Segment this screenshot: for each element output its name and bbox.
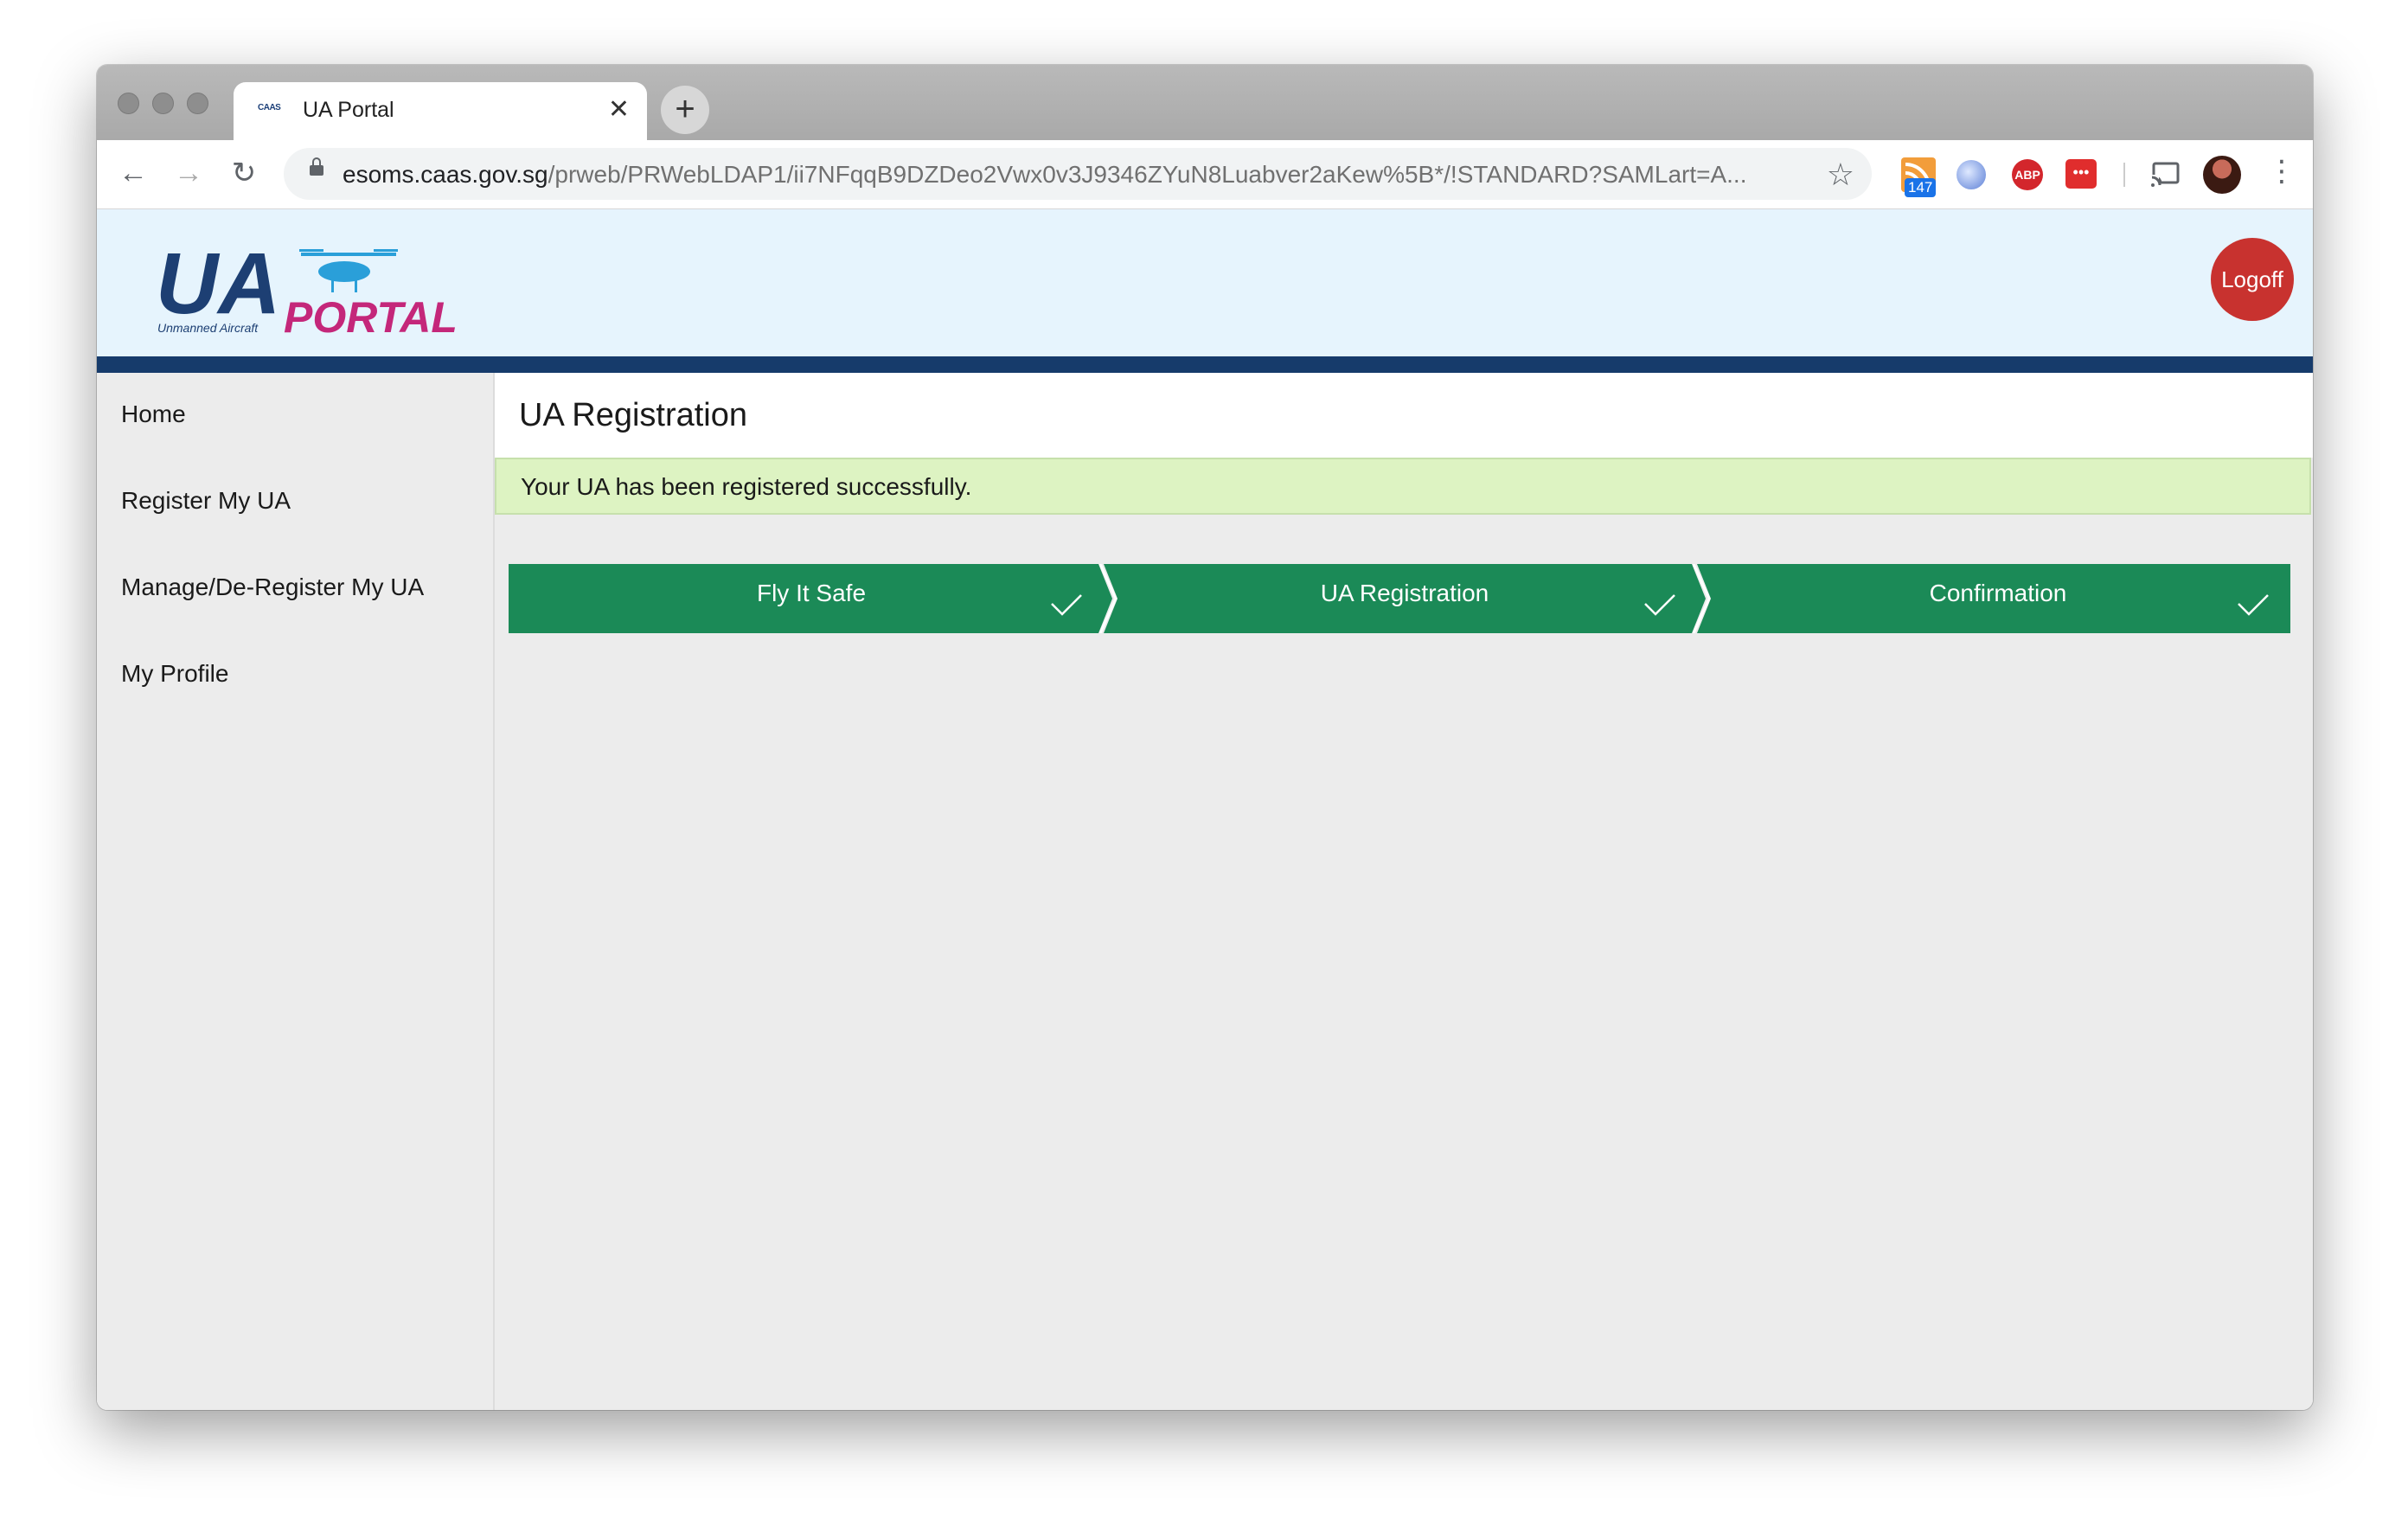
forward-icon[interactable]: → <box>170 154 208 192</box>
logo-main-text: UA <box>156 244 280 332</box>
sidebar-item-register-my-ua[interactable]: Register My UA <box>121 487 291 515</box>
browser-window: CAAS UA Portal ✕ + ← → ↻ esoms.caas.gov.… <box>97 65 2313 1410</box>
password-extension-icon[interactable]: ••• <box>2065 159 2097 189</box>
cast-icon[interactable] <box>2150 159 2181 189</box>
close-window-button[interactable] <box>118 93 139 114</box>
step-2-label: UA Registration <box>1320 580 1489 606</box>
tab-strip: CAAS UA Portal ✕ + <box>97 65 2313 140</box>
success-alert: Your UA has been registered successfully… <box>495 458 2311 515</box>
page-title: UA Registration <box>519 397 748 433</box>
sphere-extension-icon[interactable] <box>1956 160 1986 189</box>
sidebar-item-my-profile[interactable]: My Profile <box>121 660 228 688</box>
step-1-label: Fly It Safe <box>756 580 867 606</box>
step-3-label: Confirmation <box>1929 580 2067 606</box>
browser-toolbar: ← → ↻ esoms.caas.gov.sg/prweb/PRWebLDAP1… <box>97 140 2313 209</box>
browser-tab[interactable]: CAAS UA Portal ✕ <box>234 82 647 140</box>
logo-tagline-text: Unmanned Aircraft <box>157 321 259 335</box>
bookmark-star-icon[interactable]: ☆ <box>1827 157 1854 193</box>
minimize-window-button[interactable] <box>152 93 174 114</box>
caas-favicon-icon: CAAS <box>258 103 281 112</box>
tab-title: UA Portal <box>303 98 394 122</box>
reload-icon[interactable]: ↻ <box>225 154 263 192</box>
url-text: esoms.caas.gov.sg/prweb/PRWebLDAP1/ii7NF… <box>343 161 1746 189</box>
page-content: UA PORTAL Unmanned Aircraft Logoff Home … <box>97 209 2313 1410</box>
header-divider-bar <box>97 356 2313 373</box>
site-header: UA PORTAL Unmanned Aircraft Logoff <box>97 209 2313 356</box>
address-bar[interactable]: esoms.caas.gov.sg/prweb/PRWebLDAP1/ii7NF… <box>284 148 1872 200</box>
success-message: Your UA has been registered successfully… <box>521 473 972 500</box>
lock-icon <box>310 157 323 176</box>
toolbar-divider <box>2123 163 2125 187</box>
logo-sub-text: PORTAL <box>284 293 458 339</box>
adblock-extension-icon[interactable]: ABP <box>2012 159 2043 190</box>
new-tab-button[interactable]: + <box>661 86 709 134</box>
profile-avatar[interactable] <box>2203 156 2241 194</box>
menu-kebab-icon[interactable]: ⋮ <box>2267 154 2296 189</box>
url-path: /prweb/PRWebLDAP1/ii7NFqqB9DZDeo2Vwx0v3J… <box>548 161 1747 188</box>
sidebar-item-home[interactable]: Home <box>121 401 186 428</box>
progress-stepper: Fly It Safe UA Registration Confirmation <box>509 563 2290 634</box>
sidebar-nav: Home Register My UA Manage/De-Register M… <box>97 373 495 1410</box>
url-host: esoms.caas.gov.sg <box>343 161 548 188</box>
zoom-window-button[interactable] <box>187 93 208 114</box>
tab-close-icon[interactable]: ✕ <box>608 94 630 125</box>
back-icon[interactable]: ← <box>114 154 152 192</box>
page-title-bar: UA Registration <box>495 373 2313 458</box>
sidebar-item-manage-deregister[interactable]: Manage/De-Register My UA <box>121 574 424 601</box>
ua-portal-logo[interactable]: UA PORTAL Unmanned Aircraft <box>154 235 500 342</box>
extension-badge: 147 <box>1905 178 1937 197</box>
drone-icon <box>299 249 398 292</box>
logoff-button[interactable]: Logoff <box>2211 238 2294 321</box>
